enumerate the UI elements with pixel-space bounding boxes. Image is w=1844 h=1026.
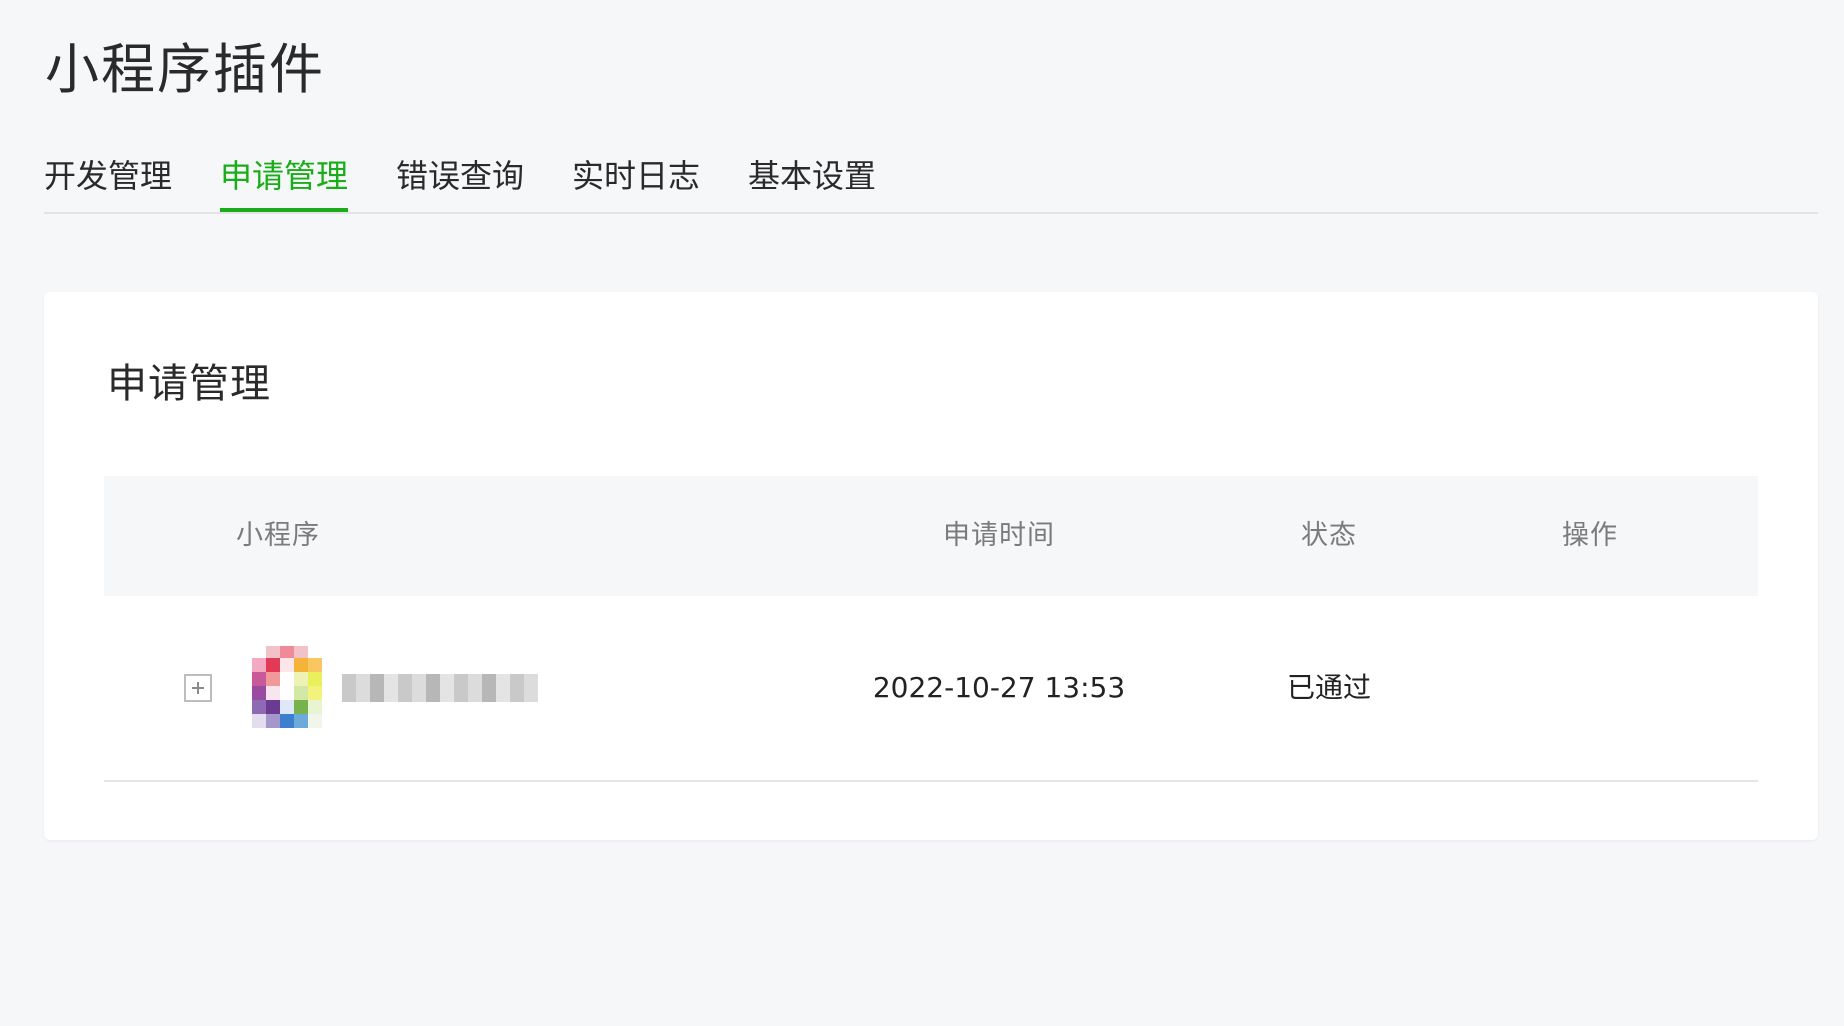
table-header: 小程序 申请时间 状态 操作 — [104, 476, 1758, 596]
column-header-action: 操作 — [1562, 520, 1618, 551]
tab-apply-management[interactable]: 申请管理 — [220, 152, 349, 212]
column-header-time: 申请时间 — [943, 520, 1055, 551]
column-header-app: 小程序 — [236, 520, 320, 551]
card-title: 申请管理 — [107, 361, 271, 407]
tab-error-query[interactable]: 错误查询 — [396, 152, 524, 212]
status-cell: 已通过 — [1286, 671, 1371, 704]
tab-realtime-log[interactable]: 实时日志 — [572, 152, 700, 212]
tab-bar: 开发管理 申请管理 错误查询 实时日志 基本设置 — [44, 152, 1818, 214]
app-name-blurred — [342, 674, 538, 702]
blurred-app-avatar-icon — [240, 644, 328, 732]
apply-table: 小程序 申请时间 状态 操作 2022-10-27 13:53 已通过 — [104, 476, 1758, 782]
apply-time-cell: 2022-10-27 13:53 — [872, 671, 1126, 704]
column-header-status: 状态 — [1301, 520, 1357, 551]
expand-row-button[interactable] — [184, 674, 212, 702]
tab-dev-management[interactable]: 开发管理 — [44, 152, 172, 212]
tab-basic-settings[interactable]: 基本设置 — [748, 152, 876, 212]
apply-management-card: 申请管理 小程序 申请时间 状态 操作 2022-10-27 13:53 已通过 — [44, 292, 1818, 840]
page-title: 小程序插件 — [45, 38, 325, 101]
table-row: 2022-10-27 13:53 已通过 — [104, 596, 1758, 782]
